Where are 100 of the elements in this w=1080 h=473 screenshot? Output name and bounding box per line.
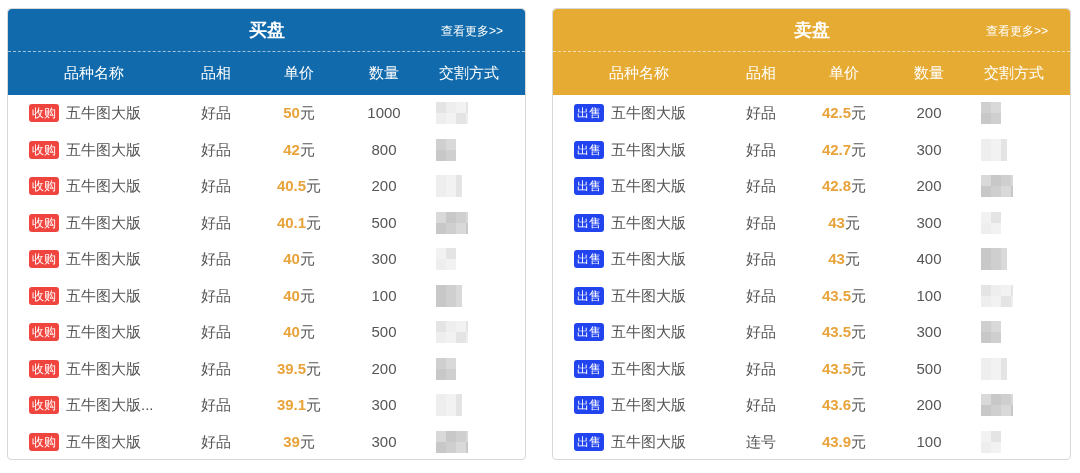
tag: 收购: [29, 396, 59, 415]
price-cell-text: 39.5元: [276, 358, 322, 379]
tag: 出售: [574, 396, 604, 415]
tag: 收购: [29, 250, 59, 269]
panel-title: 卖盘: [793, 18, 830, 42]
panel-title: 买盘: [248, 18, 285, 42]
table-cell-text: 好品: [201, 322, 231, 342]
view-more-link[interactable]: 查看更多>>: [441, 22, 503, 40]
tag: 出售: [574, 359, 604, 378]
price-cell-text: 42.5元: [821, 103, 867, 123]
table-cell-text: 400: [916, 249, 942, 269]
table-cell-text: 好品: [201, 139, 231, 160]
tag: 出售: [574, 250, 604, 269]
table-cell-text: 300: [371, 395, 397, 415]
table-cell-text: 好品: [201, 431, 231, 452]
price-cell-text: 43.6元: [821, 395, 867, 415]
price-cell-text: 39.1元: [276, 395, 322, 415]
column-header: 品种名称: [63, 63, 125, 84]
item-name: 五牛图大版: [66, 212, 141, 233]
item-name: 五牛图大版: [66, 358, 141, 379]
price-cell-text: 39元: [283, 431, 315, 452]
tag: 出售: [574, 286, 604, 305]
item-name: 五牛图大版: [66, 103, 141, 123]
table-cell-text: 好品: [746, 139, 776, 160]
item-name: 五牛图大版: [611, 212, 686, 233]
table-cell-text: 好品: [201, 358, 231, 379]
tag: 出售: [574, 177, 604, 196]
tag: 收购: [29, 104, 59, 123]
tag: 收购: [29, 213, 59, 232]
item-name: 五牛图大版: [611, 431, 686, 452]
table-cell-text: 200: [916, 395, 942, 415]
tag: 收购: [29, 140, 59, 159]
table-cell-text: 200: [916, 176, 942, 196]
table-cell-text: 好品: [746, 395, 776, 415]
table-cell-text: 好品: [201, 212, 231, 233]
column-header: 品种名称: [608, 63, 670, 84]
tag: 收购: [29, 432, 59, 451]
item-name: 五牛图大版: [611, 322, 686, 342]
price-cell-text: 43元: [828, 249, 860, 269]
table-cell-text: 好品: [746, 176, 776, 196]
item-name: 五牛图大版: [66, 249, 141, 269]
column-header: 数量: [368, 63, 400, 84]
column-header: 单价: [828, 63, 860, 84]
item-name: 五牛图大版: [611, 139, 686, 160]
table-cell-text: 200: [371, 358, 397, 379]
table-cell-text: 连号: [746, 431, 776, 452]
price-cell-text: 40元: [283, 285, 315, 306]
table-cell-text: 300: [371, 431, 397, 452]
item-name: 五牛图大版...: [66, 395, 154, 415]
tag: 收购: [29, 359, 59, 378]
table-cell-text: 800: [371, 139, 397, 160]
item-name: 五牛图大版: [66, 176, 141, 196]
table-cell-text: 好品: [201, 285, 231, 306]
table-cell-text: 好品: [746, 212, 776, 233]
column-header: 交割方式: [438, 63, 500, 84]
tag: 出售: [574, 213, 604, 232]
tag: 出售: [574, 323, 604, 342]
table-cell-text: 500: [916, 358, 942, 379]
tag: 出售: [574, 432, 604, 451]
price-cell-text: 40元: [283, 322, 315, 342]
table-cell-text: 500: [371, 212, 397, 233]
tag: 收购: [29, 177, 59, 196]
price-cell-text: 43.5元: [821, 322, 867, 342]
table-cell-text: 500: [371, 322, 397, 342]
column-header: 单价: [283, 63, 315, 84]
table-cell-text: 1000: [367, 103, 401, 123]
table-cell-text: 100: [916, 431, 942, 452]
table-cell-text: 200: [371, 176, 397, 196]
table-cell-text: 好品: [201, 395, 231, 415]
price-cell-text: 43.5元: [821, 285, 867, 306]
item-name: 五牛图大版: [611, 395, 686, 415]
tag: 出售: [574, 140, 604, 159]
column-header: 交割方式: [983, 63, 1045, 84]
table-cell-text: 好品: [746, 249, 776, 269]
table-cell-text: 好品: [746, 358, 776, 379]
price-cell-text: 40元: [283, 249, 315, 269]
item-name: 五牛图大版: [611, 103, 686, 123]
table-cell-text: 300: [916, 139, 942, 160]
price-cell-text: 40.5元: [276, 176, 322, 196]
table-cell-text: 300: [916, 322, 942, 342]
table-cell-text: 好品: [201, 176, 231, 196]
table-cell-text: 300: [371, 249, 397, 269]
table-cell-text: 200: [916, 103, 942, 123]
column-header: 品相: [745, 63, 777, 84]
price-cell-text: 40.1元: [276, 212, 322, 233]
item-name: 五牛图大版: [611, 358, 686, 379]
price-cell-text: 42.8元: [821, 176, 867, 196]
item-name: 五牛图大版: [611, 176, 686, 196]
item-name: 五牛图大版: [66, 139, 141, 160]
item-name: 五牛图大版: [611, 249, 686, 269]
table-cell-text: 好品: [746, 103, 776, 123]
item-name: 五牛图大版: [66, 431, 141, 452]
table-cell-text: 100: [916, 285, 942, 306]
table-cell-text: 好品: [746, 285, 776, 306]
price-cell-text: 50元: [283, 103, 315, 123]
item-name: 五牛图大版: [66, 322, 141, 342]
price-cell-text: 43元: [828, 212, 860, 233]
table-cell-text: 300: [916, 212, 942, 233]
table-cell-text: 好品: [201, 249, 231, 269]
table-cell-text: 好品: [746, 322, 776, 342]
